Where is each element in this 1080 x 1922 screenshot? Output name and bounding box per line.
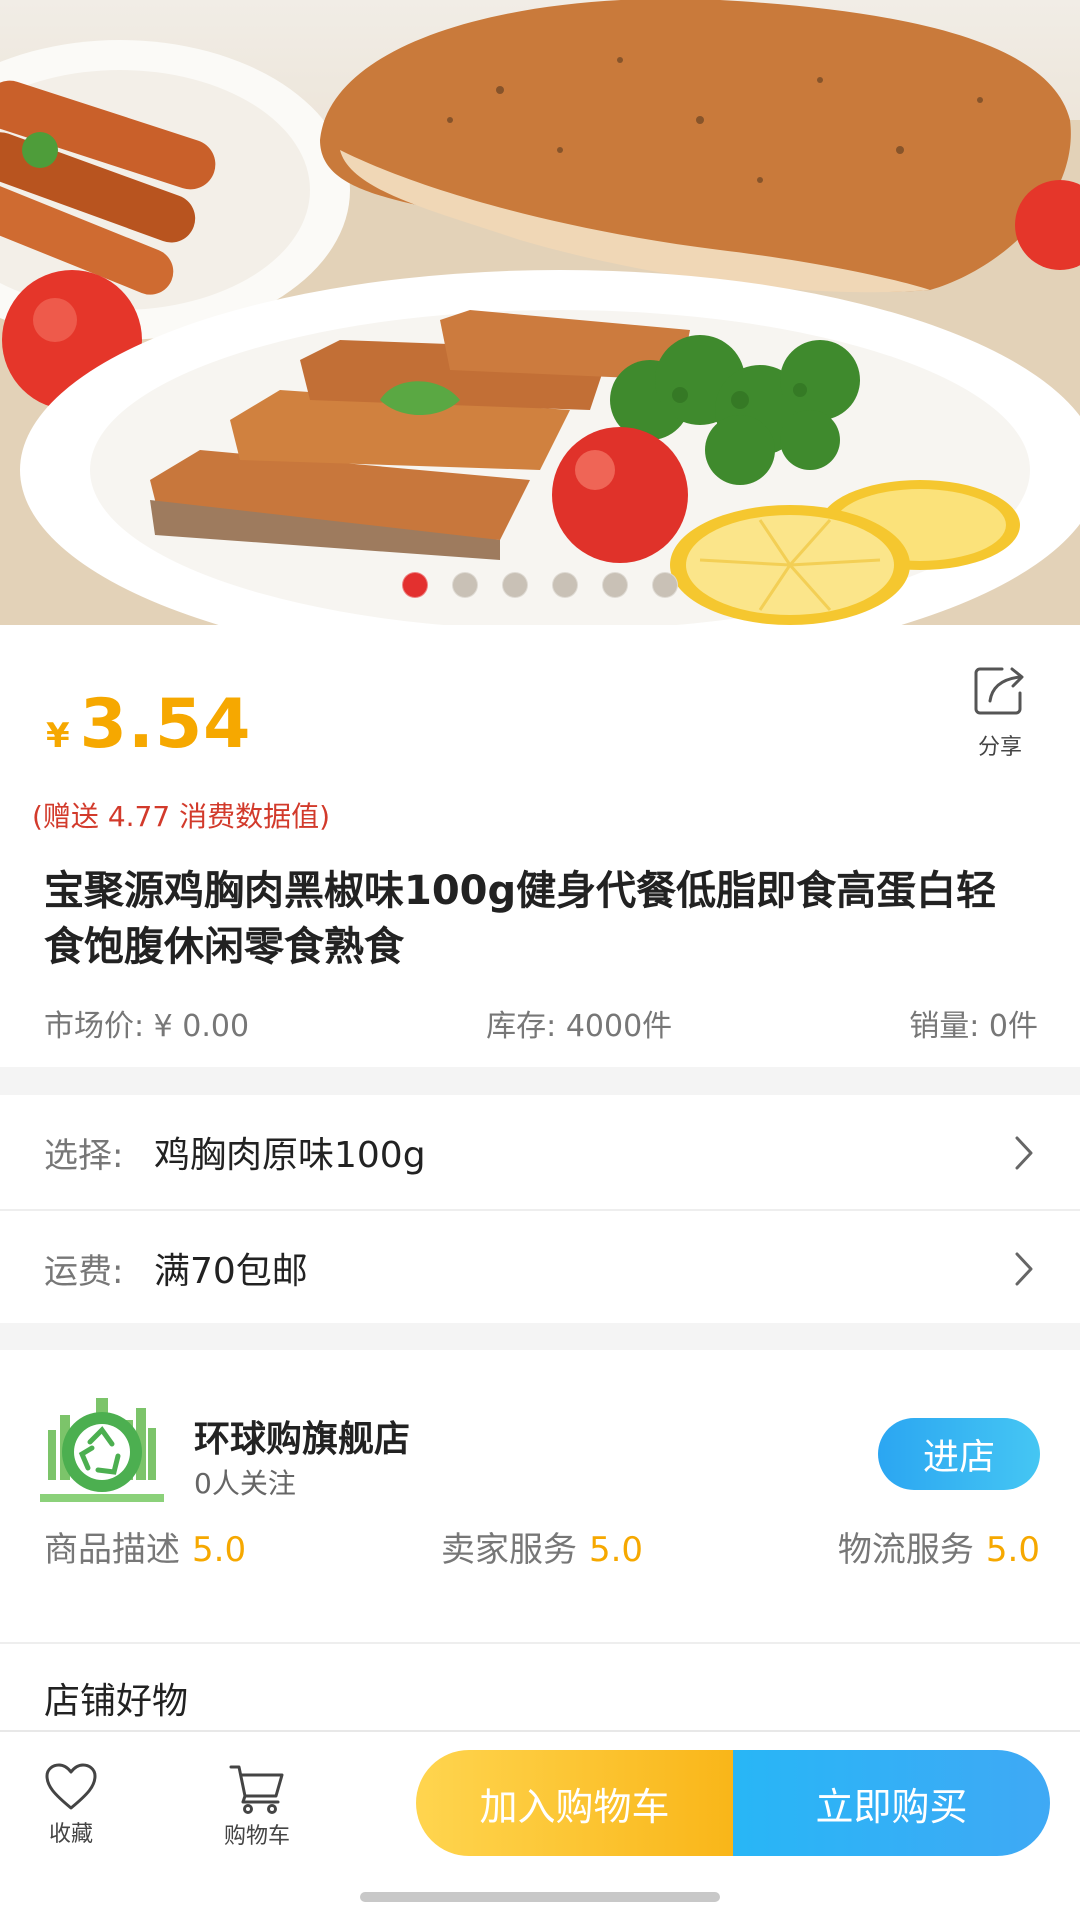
stock: 库存: 4000件: [486, 1009, 673, 1044]
purchase-buttons: 加入购物车 立即购买: [416, 1750, 1050, 1856]
cart-icon: [229, 1765, 284, 1814]
product-meta: 市场价: ¥ 0.00 库存: 4000件 销量: 0件: [44, 1001, 1038, 1045]
price: ¥ 3.54: [46, 685, 251, 764]
favorite-label: 收藏: [48, 1822, 93, 1847]
divider: [0, 1642, 1080, 1644]
rating-score: 5.0: [192, 1530, 247, 1570]
heart-icon: [45, 1763, 97, 1810]
home-indicator: [360, 1892, 720, 1902]
shipping-label: 运费:: [44, 1251, 124, 1292]
spec-select-row[interactable]: 选择: 鸡胸肉原味100g: [0, 1095, 1080, 1209]
rating-service: 卖家服务 5.0: [441, 1522, 643, 1571]
chevron-right-icon: [1015, 1136, 1033, 1170]
carousel-indicator: [0, 572, 1080, 598]
carousel-dot[interactable]: [552, 572, 578, 598]
product-title: 宝聚源鸡胸肉黑椒味100g健身代餐低脂即食高蛋白轻食饱腹休闲零食熟食: [44, 868, 997, 970]
cart-button[interactable]: 购物车: [202, 1762, 312, 1850]
carousel-dot[interactable]: [652, 572, 678, 598]
shop-section: 环球购旗舰店 0人关注 进店 商品描述 5.0 卖家服务 5.0 物流服务 5.0 店…: [0, 1350, 1080, 1730]
rating-label: 卖家服务: [440, 1530, 577, 1570]
share-icon: [974, 667, 1024, 715]
recycle-logo-icon: [40, 1390, 164, 1514]
product-info-section: ¥ 3.54 分享 (赠送 4.77 消费数据值) 宝聚源鸡胸肉黑椒味100g健…: [0, 625, 1080, 1067]
shop-followers: 0人关注: [194, 1467, 296, 1500]
shipping-row[interactable]: 运费: 满70包邮: [0, 1209, 1080, 1325]
product-image-carousel[interactable]: [0, 0, 1080, 625]
rating-description: 商品描述 5.0: [44, 1522, 246, 1571]
carousel-dot[interactable]: [602, 572, 628, 598]
share-label: 分享: [977, 735, 1022, 760]
rating-logistics: 物流服务 5.0: [838, 1522, 1040, 1571]
add-to-cart-button[interactable]: 加入购物车: [416, 1750, 733, 1856]
options-section: 选择: 鸡胸肉原味100g 运费: 满70包邮: [0, 1095, 1080, 1323]
shipping-value: 满70包邮: [154, 1251, 308, 1292]
rating-label: 商品描述: [44, 1530, 180, 1570]
share-button[interactable]: 分享: [960, 663, 1040, 761]
market-price: 市场价: ¥ 0.00: [44, 1009, 250, 1044]
bottom-action-bar: 收藏 购物车 加入购物车 立即购买: [0, 1730, 1080, 1922]
chevron-right-icon: [1015, 1252, 1033, 1286]
product-photo: [0, 0, 1080, 625]
price-value: 3.54: [79, 685, 252, 764]
buy-now-button[interactable]: 立即购买: [733, 1750, 1050, 1856]
carousel-dot[interactable]: [402, 572, 428, 598]
shop-name: 环球购旗舰店: [194, 1419, 411, 1460]
select-label: 选择:: [44, 1135, 124, 1176]
shop-goods-title: 店铺好物: [44, 1681, 189, 1722]
rating-label: 物流服务: [837, 1530, 974, 1570]
favorite-button[interactable]: 收藏: [16, 1762, 126, 1848]
price-currency: ¥: [46, 716, 70, 756]
carousel-dot[interactable]: [502, 572, 528, 598]
enter-shop-button[interactable]: 进店: [878, 1418, 1040, 1490]
shop-ratings: 商品描述 5.0 卖家服务 5.0 物流服务 5.0: [44, 1522, 1040, 1571]
sales: 销量: 0件: [909, 1009, 1038, 1044]
select-value: 鸡胸肉原味100g: [154, 1135, 426, 1176]
rating-score: 5.0: [588, 1530, 644, 1570]
cart-label: 购物车: [223, 1824, 290, 1849]
gift-note: (赠送 4.77 消费数据值): [32, 800, 330, 833]
rating-score: 5.0: [985, 1530, 1040, 1570]
carousel-dot[interactable]: [452, 572, 478, 598]
